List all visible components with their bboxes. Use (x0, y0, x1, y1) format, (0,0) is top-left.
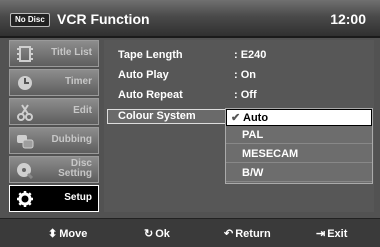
disc-setting-icon (17, 163, 34, 179)
sidebar-item-label: Timer (64, 76, 92, 87)
colour-system-dropdown[interactable]: ✔ Auto PAL MESECAM B/W (225, 108, 373, 184)
dropdown-option-label: PAL (242, 129, 264, 141)
gear-icon (17, 191, 33, 207)
dropdown-option-pal[interactable]: PAL (226, 127, 372, 144)
sidebar-item-disc-setting[interactable]: Disc Setting (9, 156, 99, 183)
setting-value: : E240 (234, 49, 267, 61)
move-label: Move (59, 227, 88, 240)
dropdown-option-bw[interactable]: B/W (226, 165, 372, 182)
page-title: VCR Function (57, 11, 150, 27)
vcr-function-screen: No Disc VCR Function 12:00 Title List Ti… (0, 0, 380, 247)
clock-icon (18, 76, 32, 90)
sidebar-item-label: Dubbing (51, 134, 92, 145)
sidebar-item-label: Disc Setting (58, 159, 92, 179)
exit-label: Exit (327, 227, 348, 240)
sidebar-item-label: Setup (64, 192, 92, 203)
up-down-arrows-icon: ⬍ (48, 228, 58, 240)
dubbing-icon (17, 135, 34, 149)
ok-enter-icon: ↻ (144, 228, 154, 240)
setting-value: : On (234, 69, 256, 81)
setting-label: Auto Repeat (118, 89, 183, 101)
ok-label: Ok (155, 227, 170, 240)
dropdown-option-label: MESECAM (242, 148, 299, 160)
setting-value: : Off (234, 89, 257, 101)
film-icon (17, 46, 33, 62)
sidebar-item-setup[interactable]: Setup (9, 185, 99, 212)
dropdown-option-auto[interactable]: ✔ Auto (226, 109, 372, 126)
sidebar-item-label: Title List (51, 47, 92, 58)
dropdown-option-label: Auto (243, 112, 269, 124)
setting-label: Auto Play (118, 69, 169, 81)
header-bar: No Disc VCR Function 12:00 (0, 0, 380, 38)
exit-icon: ⇥ (316, 228, 326, 240)
setting-label: Tape Length (118, 49, 183, 61)
return-hint: ↶ Return (224, 227, 271, 241)
sidebar-item-title-list[interactable]: Title List (9, 40, 99, 67)
sidebar-item-label: Edit (73, 105, 92, 116)
ok-hint: ↻ Ok (144, 227, 170, 241)
dropdown-option-mesecam[interactable]: MESECAM (226, 146, 372, 163)
sidebar-menu: Title List Timer Edit Dubbing Disc Setti… (9, 40, 99, 212)
scissors-icon (17, 104, 33, 121)
sidebar-item-edit[interactable]: Edit (9, 98, 99, 125)
exit-hint: ⇥ Exit (316, 227, 348, 241)
sidebar-item-label-line2: Setting (58, 168, 92, 179)
return-label: Return (235, 227, 271, 240)
checkmark-icon: ✔ (231, 112, 241, 124)
sidebar-item-dubbing[interactable]: Dubbing (9, 127, 99, 154)
clock-time: 12:00 (330, 11, 366, 27)
dropdown-option-label: B/W (242, 167, 264, 179)
return-arrow-icon: ↶ (224, 228, 234, 240)
sidebar-item-timer[interactable]: Timer (9, 69, 99, 96)
footer-help-bar: ⬍ Move ↻ Ok ↶ Return ⇥ Exit (0, 218, 380, 247)
no-disc-badge: No Disc (10, 13, 50, 27)
move-hint: ⬍ Move (48, 227, 88, 241)
setting-label: Colour System (118, 110, 196, 122)
